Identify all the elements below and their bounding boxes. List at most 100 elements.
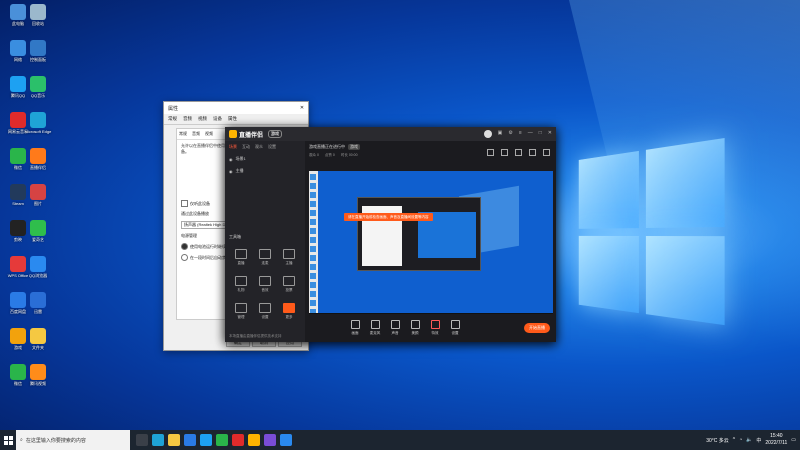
start-live-button[interactable]: 开始直播 <box>524 323 550 333</box>
close-icon[interactable]: ✕ <box>296 105 308 111</box>
settings-icon[interactable]: ⚙ <box>508 130 512 138</box>
inner-tab-audio[interactable]: 音频 <box>192 131 200 137</box>
scene-row[interactable]: ◉ 主播 <box>225 165 305 177</box>
radio-2[interactable] <box>181 254 188 261</box>
settings-button[interactable]: 设置 <box>445 320 465 336</box>
tool-button[interactable]: 礼物 <box>229 276 253 293</box>
tool-button[interactable]: 主播 <box>277 249 301 266</box>
clock-time: 15:40 <box>770 433 783 439</box>
tool-button[interactable]: 连麦 <box>253 249 277 266</box>
desktop-icon-label: 迅雷 <box>34 309 42 314</box>
start-button[interactable] <box>0 430 16 450</box>
crop-icon[interactable] <box>529 149 536 156</box>
wechat-icon[interactable] <box>216 434 228 446</box>
effects-icon <box>430 320 440 329</box>
inner-tab-general[interactable]: 常规 <box>179 131 187 137</box>
desktop-icon[interactable]: 爱奇艺 <box>26 220 50 243</box>
desktop-icon[interactable]: 文件夹 <box>26 328 50 351</box>
microphone-button[interactable]: 麦克风 <box>365 320 385 336</box>
notification-icon[interactable]: ▭ <box>791 437 796 443</box>
radio-1[interactable] <box>181 243 188 250</box>
weather[interactable]: 30°C 多云 <box>706 437 729 444</box>
desktop-icon-label: QQ音乐 <box>30 93 46 98</box>
tool-icon <box>235 276 247 286</box>
windows-logo-wallpaper <box>578 137 732 333</box>
app-icon <box>10 364 26 380</box>
music-icon[interactable] <box>232 434 244 446</box>
avatar[interactable] <box>483 130 492 138</box>
preview-warning-banner[interactable]: 请在直播开始前检查画面、声音及直播间设置等内容 <box>344 213 433 221</box>
left-tab-scene[interactable]: 场景 <box>229 144 237 150</box>
streaming-app-icon[interactable] <box>248 434 260 446</box>
left-tab-audience[interactable]: 观众 <box>255 144 263 150</box>
menu-icon[interactable]: ≡ <box>519 130 522 138</box>
explorer-icon[interactable] <box>168 434 180 446</box>
chevron-up-icon[interactable]: ^ <box>733 437 735 443</box>
app-icon <box>30 220 46 236</box>
room-tag[interactable]: 游戏 <box>348 144 360 150</box>
edge-icon[interactable] <box>152 434 164 446</box>
app-icon <box>10 328 26 344</box>
game-icon[interactable] <box>264 434 276 446</box>
desktop-icon[interactable]: QQ浏览器 <box>26 256 50 279</box>
gift-icon[interactable]: ▣ <box>498 130 503 138</box>
qq-icon[interactable] <box>200 434 212 446</box>
desktop-icon[interactable]: 图片 <box>26 184 50 207</box>
desktop-icon[interactable]: 直播伴侣 <box>26 148 50 171</box>
desktop-icon[interactable]: 迅雷 <box>26 292 50 315</box>
window-controls: ▣ ⚙ ≡ — □ ✕ <box>483 130 556 138</box>
volume-icon[interactable]: 🔈 <box>746 437 752 443</box>
tool-button[interactable]: 音效 <box>253 276 277 293</box>
app-icon <box>30 4 46 20</box>
network-icon[interactable]: ◔ <box>739 437 742 443</box>
left-tab-interact[interactable]: 互动 <box>242 144 250 150</box>
clock[interactable]: 15:40 2022/7/11 <box>765 433 787 447</box>
desktop-icon[interactable]: 回收站 <box>26 4 50 27</box>
lock-icon[interactable] <box>501 149 508 156</box>
tab-video[interactable]: 视频 <box>198 116 207 122</box>
scene-row-label: 场景1 <box>235 156 246 161</box>
desktop-icon[interactable]: QQ音乐 <box>26 76 50 99</box>
share-icon[interactable] <box>543 149 550 156</box>
stream-preview[interactable]: 请在直播开始前检查画面、声音及直播间设置等内容 <box>309 171 553 317</box>
eye-icon[interactable]: ◉ <box>229 157 233 162</box>
app-mode-badge[interactable]: 游戏 <box>268 130 283 138</box>
app-icon <box>10 292 26 308</box>
tool-button[interactable]: 直播 <box>229 249 253 266</box>
desktop-icon[interactable]: 控制面板 <box>26 40 50 63</box>
browser-icon[interactable] <box>280 434 292 446</box>
layout-icon[interactable] <box>515 149 522 156</box>
refresh-icon[interactable] <box>487 149 494 156</box>
beauty-button[interactable]: 美颜 <box>405 320 425 336</box>
tool-button[interactable]: 管理 <box>229 303 253 320</box>
tab-audio[interactable]: 音频 <box>183 116 192 122</box>
eye-icon[interactable]: ◉ <box>229 169 233 174</box>
screen-button[interactable]: 画面 <box>345 320 365 336</box>
listen-checkbox[interactable] <box>181 200 188 207</box>
inner-tab-video[interactable]: 视频 <box>205 131 213 137</box>
store-icon[interactable] <box>184 434 196 446</box>
desktop-icon[interactable]: Microsoft Edge <box>25 112 51 134</box>
speaker-icon <box>390 320 400 329</box>
tab-general[interactable]: 常规 <box>168 116 177 122</box>
tool-icon <box>259 276 271 286</box>
left-tab-settings[interactable]: 设置 <box>268 144 276 150</box>
tab-device[interactable]: 设备 <box>213 116 222 122</box>
tool-button[interactable]: 设置 <box>253 303 277 320</box>
effects-button[interactable]: 特效 <box>425 320 445 336</box>
desktop-icon[interactable]: 腾讯视频 <box>26 364 50 387</box>
maximize-icon[interactable]: □ <box>539 130 542 138</box>
tool-button[interactable]: 投票 <box>277 276 301 293</box>
minimize-icon[interactable]: — <box>528 130 533 138</box>
taskbar-search[interactable]: ⌕ 在这里输入你要搜索的内容 <box>16 430 130 450</box>
sound-button[interactable]: 声音 <box>385 320 405 336</box>
scene-row[interactable]: ◉ 场景1 <box>225 153 305 165</box>
task-view-icon[interactable] <box>136 434 148 446</box>
room-title: 游戏直播正在进行中 <box>309 144 345 149</box>
app-icon <box>10 184 26 200</box>
close-icon[interactable]: ✕ <box>548 130 552 138</box>
ime-indicator[interactable]: 中 <box>756 437 761 444</box>
desktop-icon-label: 直播伴侣 <box>30 165 46 170</box>
tool-button[interactable]: 更多 <box>277 303 301 320</box>
tab-properties[interactable]: 属性 <box>228 116 237 122</box>
